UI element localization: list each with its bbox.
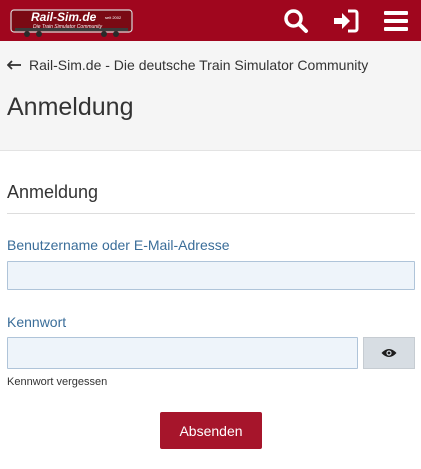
login-button[interactable] [321,0,371,41]
breadcrumb[interactable]: Rail-Sim.de - Die deutsche Train Simulat… [7,57,368,73]
page-title: Anmeldung [7,93,134,121]
password-label: Kennwort [7,314,67,330]
top-navigation-bar: Rail-Sim.de Die Train Simulator Communit… [0,0,421,41]
svg-text:seit 2002: seit 2002 [105,15,122,20]
search-button[interactable] [271,0,321,41]
username-label: Benutzername oder E-Mail-Adresse [7,237,230,253]
password-input[interactable] [7,337,358,369]
sign-in-icon [334,9,359,32]
svg-text:Rail-Sim.de: Rail-Sim.de [31,10,97,24]
forgot-password-link[interactable]: Kennwort vergessen [7,376,107,388]
search-icon [284,8,308,33]
submit-button[interactable]: Absenden [160,412,262,449]
page-header: Rail-Sim.de - Die deutsche Train Simulat… [0,41,421,151]
menu-icon [384,10,408,31]
section-divider [7,213,415,214]
svg-text:Die Train Simulator Community: Die Train Simulator Community [33,24,103,30]
site-logo[interactable]: Rail-Sim.de Die Train Simulator Communit… [9,4,134,38]
breadcrumb-link[interactable]: Rail-Sim.de - Die deutsche Train Simulat… [29,57,368,73]
section-title: Anmeldung [7,182,99,202]
show-password-button[interactable] [363,337,415,369]
back-arrow-icon [7,60,21,70]
username-input[interactable] [7,261,415,290]
menu-button[interactable] [371,0,421,41]
eye-icon [381,349,397,357]
